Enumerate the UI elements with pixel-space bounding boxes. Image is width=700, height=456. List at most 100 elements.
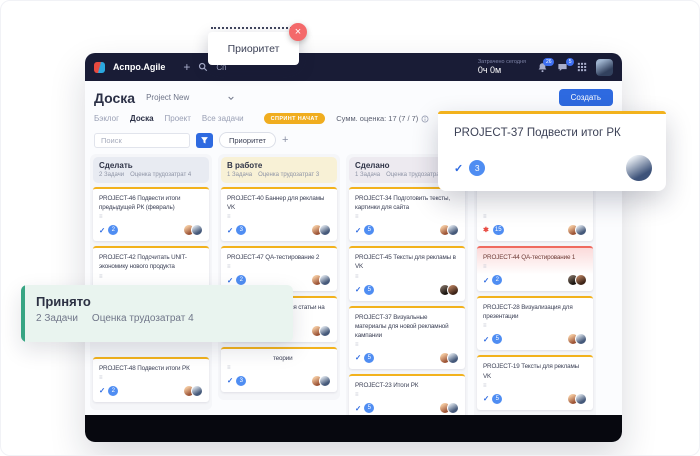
task-card-title: PROJECT-23 Итоги РК: [355, 381, 419, 389]
task-card[interactable]: PROJECT-23 Итоги РК ≡ ✓ 5: [349, 373, 465, 415]
task-card[interactable]: PROJECT-46 Подвести итоги предыдущей РК …: [93, 187, 209, 242]
column-tasks-count: 1 Задача: [227, 172, 253, 178]
description-icon: ≡: [99, 273, 103, 280]
summary-estimate: Сумм. оценка: 17 (7 / 7): [336, 114, 429, 123]
checkmark-icon: ✓: [454, 162, 464, 175]
checkmark-icon: ✓: [99, 225, 106, 235]
user-avatar[interactable]: [596, 58, 613, 76]
assignee-avatars: [439, 224, 459, 237]
tab-board[interactable]: Доска: [130, 114, 153, 123]
task-card[interactable]: PROJECT-40 Баннер для рекламы VK ≡ ✓ 3: [221, 187, 337, 242]
task-card-title: PROJECT-37 Визуальные материалы для ново…: [355, 313, 449, 339]
page: Аспро.Agile + Сп Затрачено сегодня 0ч 0м…: [0, 0, 700, 456]
column-header: Сделать 2 Задачи Оценка трудозатрат 4: [93, 157, 209, 183]
apps-grid-button[interactable]: [577, 62, 587, 72]
search-icon[interactable]: [198, 62, 208, 72]
app-name: Аспро.Agile: [113, 62, 166, 72]
task-card[interactable]: ≡ ✱ 15: [477, 187, 593, 241]
avatar: [319, 224, 331, 237]
page-title: Доска: [94, 89, 136, 106]
task-card-title: PROJECT-46 Подвести итоги предыдущей РК …: [99, 195, 181, 212]
dragged-task-card[interactable]: PROJECT-37 Подвести итог РК ✓ 3: [438, 111, 666, 191]
accepted-tasks-count: 2 Задачи: [36, 313, 78, 324]
sprint-status-badge: СПРИНТ НАЧАТ: [263, 113, 326, 124]
close-button[interactable]: ×: [289, 23, 307, 41]
estimate-badge: 5: [364, 225, 375, 236]
priority-tooltip: Приоритет ×: [208, 23, 307, 65]
avatar: [319, 374, 331, 387]
description-icon: ≡: [483, 264, 487, 271]
project-selector[interactable]: Project New: [146, 93, 235, 102]
assignee-avatars: [567, 392, 587, 405]
tab-project[interactable]: Проект: [165, 114, 191, 123]
checkmark-icon: ✓: [483, 394, 490, 404]
checkmark-icon: ✓: [355, 403, 362, 413]
estimate-badge: 2: [108, 385, 119, 396]
avatar: [319, 274, 331, 287]
task-card-title: PROJECT-34 Подготовить тексты, картинки …: [355, 195, 451, 212]
task-card[interactable]: PROJECT-19 Тексты для рекламы VK ≡ ✓ 5: [477, 355, 593, 410]
description-icon: ≡: [355, 392, 359, 398]
column-title: Сделать: [99, 161, 133, 170]
assignee-avatars: [183, 384, 203, 397]
close-icon: ×: [294, 26, 302, 38]
estimate-badge: 3: [469, 160, 486, 176]
estimate-badge: 2: [108, 225, 119, 236]
description-icon: ≡: [227, 214, 231, 221]
description-icon: ≡: [227, 364, 231, 371]
add-icon[interactable]: +: [183, 61, 190, 73]
accepted-title: Принято: [36, 294, 91, 309]
create-button[interactable]: Создать: [558, 89, 613, 106]
avatar: [191, 224, 203, 237]
kanban-board: Сделать 2 Задачи Оценка трудозатрат 4 PR…: [85, 153, 622, 415]
task-card-title: PROJECT-47 QA-тестирование 2: [227, 254, 320, 262]
assignee-avatars: [183, 224, 203, 237]
tab-backlog[interactable]: Бэклог: [94, 114, 119, 123]
tab-all-tasks[interactable]: Все задачи: [202, 114, 244, 123]
avatar: [575, 274, 587, 287]
summary-text: Сумм. оценка: 17 (7 / 7): [336, 114, 419, 123]
checkmark-icon: ✓: [483, 334, 490, 344]
column-estimate: Оценка трудозатрат 4: [130, 172, 192, 178]
task-card[interactable]: PROJECT-48 Подвести итоги РК ≡ ✓ 2: [93, 356, 209, 402]
board-column: Сделать 2 Задачи Оценка трудозатрат 4 PR…: [90, 154, 212, 410]
assignee-avatars: [567, 224, 587, 236]
task-card-title: PROJECT-45 Тексты для рекламы в VK: [355, 254, 456, 271]
task-card[interactable]: теории ≡ ✓ 3: [221, 346, 337, 392]
task-card[interactable]: PROJECT-44 QA-тестирование 1 ≡ ✓ 2: [477, 246, 593, 292]
accepted-estimate: Оценка трудозатрат 4: [91, 313, 194, 324]
add-filter-button[interactable]: +: [282, 134, 288, 146]
notifications-button[interactable]: 26: [537, 57, 554, 73]
project-name: Project New: [146, 93, 190, 102]
task-card-title: [483, 203, 587, 212]
avatar: [575, 333, 587, 346]
assignee-avatars: [311, 374, 331, 387]
time-tracker-value: 0ч 0м: [477, 64, 502, 75]
assignee-avatars: [439, 351, 459, 364]
task-card-title: PROJECT-28 Визуализация для презентации: [483, 304, 573, 321]
board-column: Сделано 1 Задача Оценка трудозатрат PROJ…: [346, 154, 468, 415]
checkmark-icon: ✓: [483, 275, 490, 285]
description-icon: ≡: [355, 214, 359, 221]
checkmark-icon: ✓: [355, 285, 362, 294]
task-card-title: теории: [273, 354, 293, 362]
search-input[interactable]: [94, 132, 190, 148]
task-card[interactable]: PROJECT-28 Визуализация для презентации …: [477, 296, 593, 351]
estimate-badge: 15: [492, 225, 504, 235]
estimate-badge: 2: [236, 275, 247, 286]
filter-chip-priority[interactable]: Приоритет: [219, 132, 276, 148]
filter-button[interactable]: [196, 132, 213, 148]
description-icon: ≡: [99, 214, 103, 221]
assignee-avatars: [439, 283, 459, 296]
task-card[interactable]: PROJECT-34 Подготовить тексты, картинки …: [349, 187, 465, 242]
task-card[interactable]: PROJECT-45 Тексты для рекламы в VK ≡ ✓ 5: [349, 246, 465, 301]
description-icon: ≡: [483, 214, 487, 220]
checkmark-icon: ✓: [99, 386, 106, 396]
task-card[interactable]: PROJECT-37 Визуальные материалы для ново…: [349, 305, 465, 369]
messages-button[interactable]: 5: [557, 57, 574, 73]
avatar: [319, 324, 331, 337]
checkmark-icon: ✓: [355, 225, 362, 235]
assignee-avatars: [567, 274, 587, 287]
fire-icon: ✱: [483, 227, 489, 234]
avatar: [447, 402, 459, 414]
